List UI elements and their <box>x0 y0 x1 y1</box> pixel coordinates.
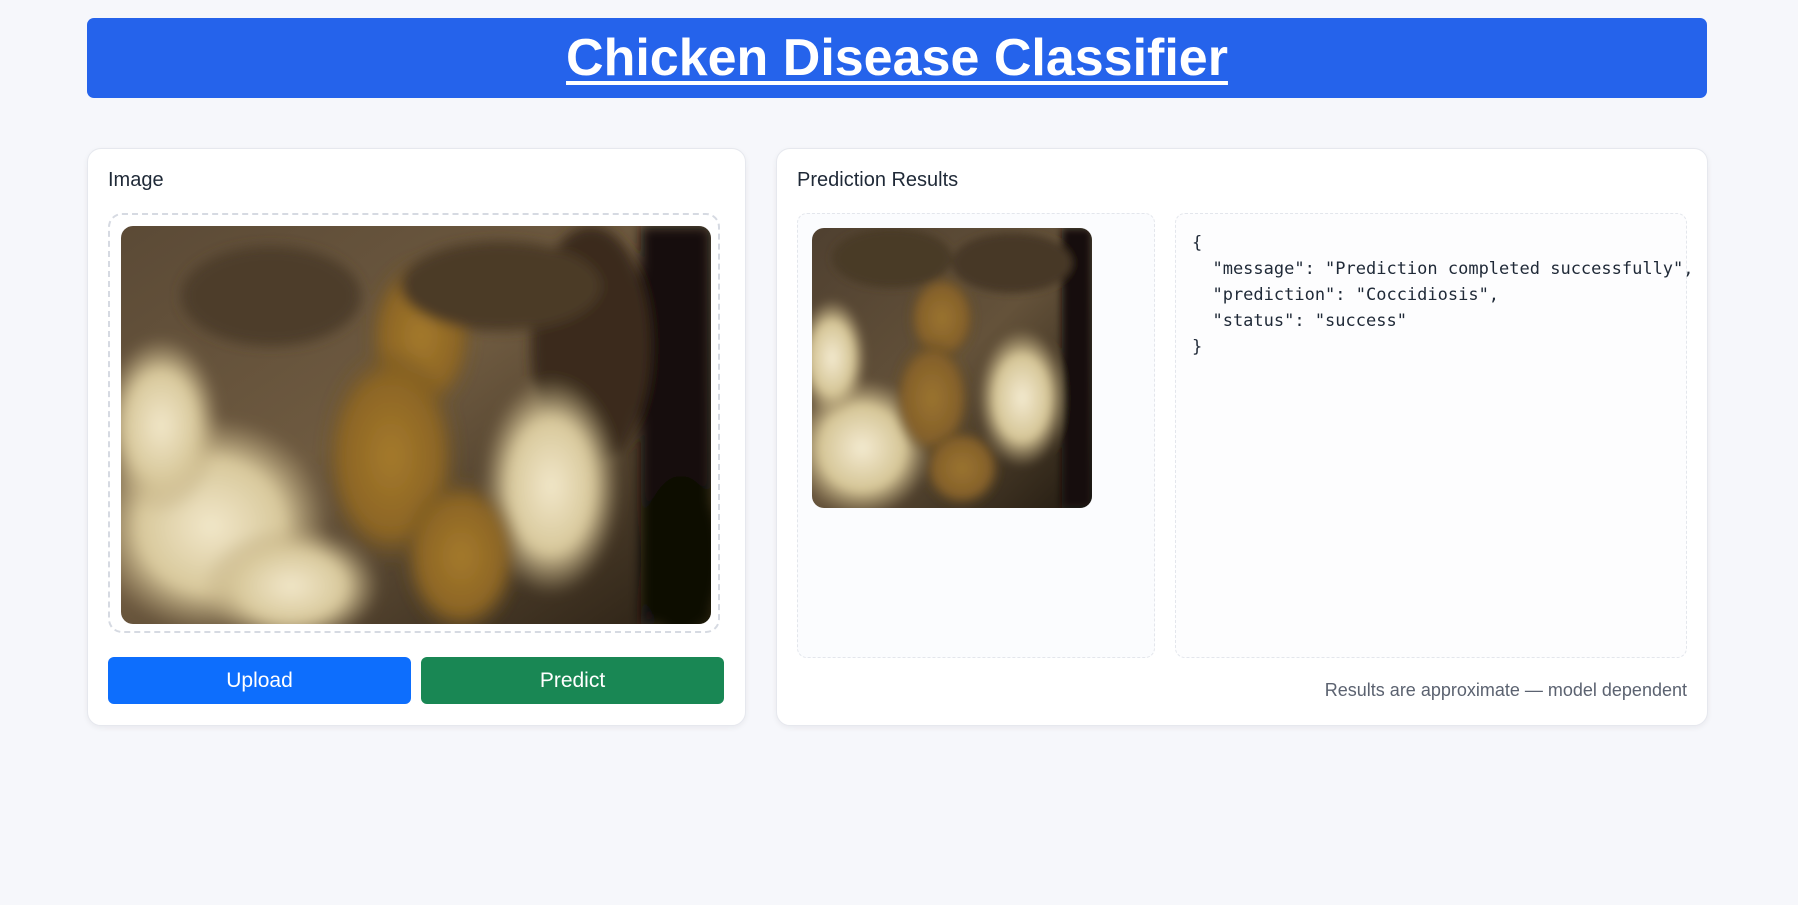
result-thumbnail <box>812 228 1092 508</box>
prediction-json-output: { "message": "Prediction completed succe… <box>1175 213 1694 658</box>
json-line: "prediction": "Coccidiosis", <box>1192 285 1500 305</box>
json-line: { <box>1192 233 1203 253</box>
image-card: Image Upload Predict <box>87 148 746 726</box>
result-image-pane <box>797 213 1155 658</box>
image-dropzone[interactable] <box>108 213 720 633</box>
result-thumbnail-graphic <box>812 228 1092 508</box>
results-card: Prediction Results {"message": "Predict… <box>776 148 1708 726</box>
results-card-title: Prediction Results <box>797 169 959 191</box>
json-line: "message": "Prediction completed success… <box>1192 259 1694 279</box>
image-card-title: Image <box>108 169 164 191</box>
uploaded-image <box>121 226 711 624</box>
json-line: "status": "success" <box>1192 311 1407 331</box>
upload-button[interactable]: Upload <box>108 657 411 704</box>
app-header: Chicken Disease Classifier <box>87 18 1707 98</box>
page-title: Chicken Disease Classifier <box>566 29 1228 87</box>
predict-button[interactable]: Predict <box>421 657 724 704</box>
uploaded-image-graphic <box>121 226 711 624</box>
json-line: } <box>1192 337 1203 357</box>
results-footnote: Results are approximate — model dependen… <box>1324 680 1687 700</box>
json-text: { "message": "Prediction completed succe… <box>1192 230 1694 360</box>
